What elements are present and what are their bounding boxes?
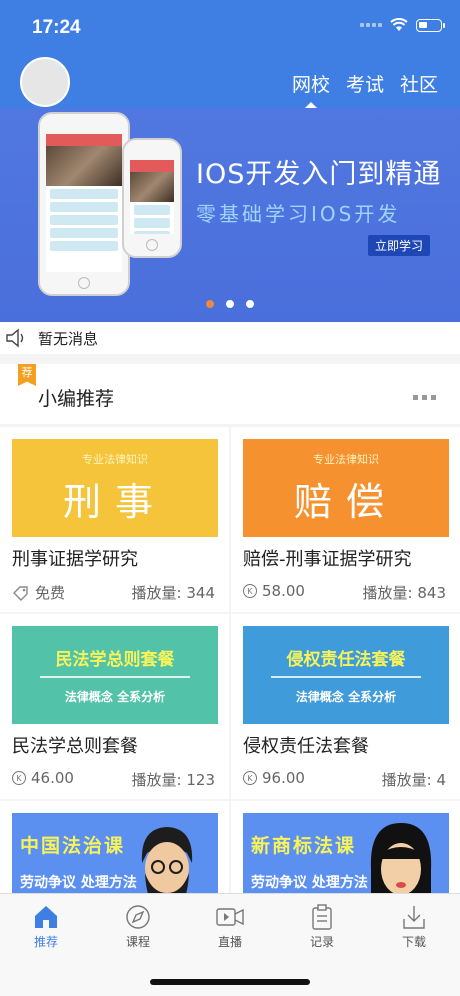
course-price: K 96.00: [243, 769, 305, 787]
compass-icon: [126, 905, 150, 929]
course-title: 侵权责任法套餐: [243, 736, 369, 757]
phone-illustration: [38, 112, 130, 296]
tab-live[interactable]: 直播: [184, 894, 276, 954]
carousel-dots: [206, 300, 254, 308]
home-indicator: [150, 979, 310, 985]
course-thumbnail: 民法学总则套餐 法律概念 全系分析: [12, 626, 218, 724]
course-card[interactable]: 新商标法课 劳动争议 处理方法: [231, 801, 460, 897]
banner-subtitle: 零基础学习IOS开发: [196, 202, 401, 226]
course-thumbnail: 新商标法课 劳动争议 处理方法: [243, 813, 449, 897]
carousel-dot[interactable]: [206, 300, 214, 308]
promo-banner[interactable]: IOS开发入门到精通 零基础学习IOS开发 立即学习: [0, 108, 460, 322]
learn-now-button[interactable]: 立即学习: [368, 235, 431, 256]
more-icon[interactable]: [413, 395, 436, 400]
bottom-tabbar: 推荐 课程 直播 记录 下载: [0, 893, 460, 996]
course-thumbnail: 侵权责任法套餐 法律概念 全系分析: [243, 626, 449, 724]
banner-title: IOS开发入门到精通: [196, 159, 442, 190]
status-icons: [360, 18, 445, 32]
course-title: 赔偿-刑事证据学研究: [243, 549, 412, 570]
clipboard-icon: [312, 904, 332, 930]
course-plays: 播放量: 4: [381, 771, 446, 789]
course-card[interactable]: 民法学总则套餐 法律概念 全系分析 民法学总则套餐 K 46.00 播放量: 1…: [0, 614, 229, 799]
course-plays: 播放量: 843: [362, 584, 446, 602]
course-thumbnail: 专业法律知识 赔偿: [243, 439, 449, 537]
speaker-icon: [6, 328, 24, 348]
carousel-dot[interactable]: [226, 300, 234, 308]
tab-recommend[interactable]: 推荐: [0, 894, 92, 954]
download-icon: [403, 906, 425, 929]
avatar[interactable]: [20, 57, 70, 107]
bearded-man-illustration: [141, 827, 193, 897]
message-bar[interactable]: 暂无消息: [0, 322, 460, 354]
battery-icon: [416, 18, 445, 32]
phone-illustration: [122, 138, 182, 258]
course-card[interactable]: 中国法治课 劳动争议 处理方法: [0, 801, 229, 897]
tab-course[interactable]: 课程: [92, 894, 184, 954]
course-title: 刑事证据学研究: [12, 549, 138, 570]
recommend-tag: 荐: [18, 364, 36, 386]
top-tabs: 网校 考试 社区: [292, 70, 438, 108]
carousel-dot[interactable]: [246, 300, 254, 308]
section-header: 荐 小编推荐: [0, 364, 460, 424]
course-price: 免费: [12, 582, 65, 603]
course-price: K 46.00: [12, 769, 74, 787]
course-grid: 专业法律知识 刑事 刑事证据学研究 免费 播放量: 344 专业法律知识 赔偿 …: [0, 427, 460, 897]
coin-icon: K: [243, 771, 257, 785]
status-time: 17:24: [32, 17, 81, 38]
tab-record[interactable]: 记录: [276, 894, 368, 954]
message-text: 暂无消息: [38, 329, 99, 348]
course-title: 民法学总则套餐: [12, 736, 138, 757]
woman-illustration: [370, 823, 432, 897]
wifi-icon: [390, 18, 408, 31]
course-plays: 播放量: 123: [131, 771, 215, 789]
signal-icon: [360, 23, 382, 27]
course-thumbnail: 中国法治课 劳动争议 处理方法: [12, 813, 218, 897]
course-thumbnail: 专业法律知识 刑事: [12, 439, 218, 537]
tab-shequ[interactable]: 社区: [400, 70, 438, 97]
tab-download[interactable]: 下载: [368, 894, 460, 954]
coin-icon: K: [243, 584, 257, 598]
course-plays: 播放量: 344: [131, 584, 215, 602]
course-card[interactable]: 专业法律知识 赔偿 赔偿-刑事证据学研究 K 58.00 播放量: 843: [231, 427, 460, 612]
course-price: K 58.00: [243, 582, 305, 600]
app-header: 17:24 网校 考试 社区: [0, 0, 460, 108]
course-card[interactable]: 侵权责任法套餐 法律概念 全系分析 侵权责任法套餐 K 96.00 播放量: 4: [231, 614, 460, 799]
course-card[interactable]: 专业法律知识 刑事 刑事证据学研究 免费 播放量: 344: [0, 427, 229, 612]
tab-wangxiao[interactable]: 网校: [292, 70, 330, 108]
tag-icon: [13, 585, 28, 601]
section-title: 小编推荐: [38, 388, 115, 410]
coin-icon: K: [12, 771, 26, 785]
tab-kaoshi[interactable]: 考试: [346, 70, 384, 97]
video-icon: [216, 908, 244, 926]
house-icon: [35, 906, 57, 928]
